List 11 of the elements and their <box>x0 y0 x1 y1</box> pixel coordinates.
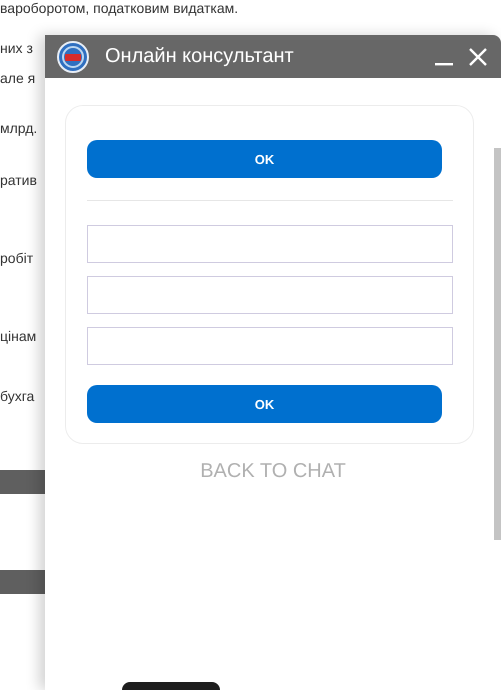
paragraph-text: ратив <box>0 171 37 190</box>
paragraph-text: робіт <box>0 249 34 268</box>
window-title: Онлайн консультант <box>105 45 295 68</box>
paragraph-text: них з <box>0 39 33 58</box>
paragraph-text: бухга <box>0 387 34 406</box>
ok-button[interactable]: OK <box>87 140 442 178</box>
ok-button[interactable]: OK <box>87 385 442 423</box>
paragraph-text: вароборотом, податковим видаткам. <box>0 0 240 16</box>
paragraph-text: але я <box>0 69 36 88</box>
paragraph-text: млрд. <box>0 119 38 138</box>
paragraph-text: цінам <box>0 327 36 346</box>
